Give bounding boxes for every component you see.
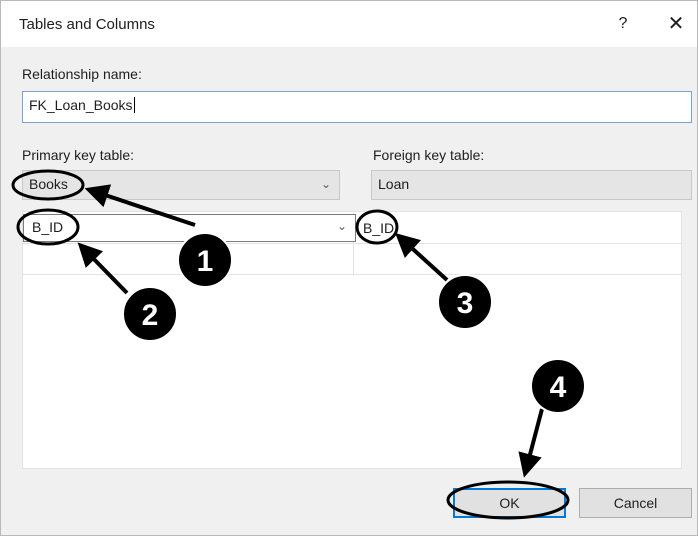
cancel-button[interactable]: Cancel: [579, 488, 692, 518]
grid-row-divider: [23, 243, 681, 244]
primary-key-column-select[interactable]: B_ID ⌄: [23, 214, 356, 242]
primary-key-table-select[interactable]: Books ⌄: [22, 170, 340, 200]
dialog-title: Tables and Columns: [19, 16, 155, 33]
relationship-name-label: Relationship name:: [22, 66, 142, 82]
column-mapping-grid: B_ID ⌄ B_ID: [22, 211, 682, 469]
foreign-key-column-cell[interactable]: B_ID: [363, 220, 394, 236]
primary-key-column-value: B_ID: [32, 219, 64, 235]
text-caret: [133, 97, 135, 113]
primary-key-table-value: Books: [29, 176, 68, 192]
primary-key-table-label: Primary key table:: [22, 147, 135, 163]
foreign-key-table-field: Loan: [371, 170, 692, 200]
relationship-name-value: FK_Loan_Books: [29, 97, 133, 113]
close-icon[interactable]: ✕: [663, 12, 689, 36]
title-bar: Tables and Columns ? ✕: [1, 1, 697, 47]
ok-button[interactable]: OK: [453, 488, 566, 518]
help-icon[interactable]: ?: [611, 12, 635, 36]
chevron-down-icon: ⌄: [320, 177, 331, 191]
tables-and-columns-dialog: Tables and Columns ? ✕ Relationship name…: [0, 0, 698, 536]
foreign-key-table-label: Foreign key table:: [373, 147, 485, 163]
foreign-key-table-value: Loan: [378, 176, 410, 192]
grid-row-divider: [23, 274, 681, 275]
relationship-name-input[interactable]: FK_Loan_Books: [22, 91, 692, 123]
chevron-down-icon: ⌄: [336, 219, 347, 233]
